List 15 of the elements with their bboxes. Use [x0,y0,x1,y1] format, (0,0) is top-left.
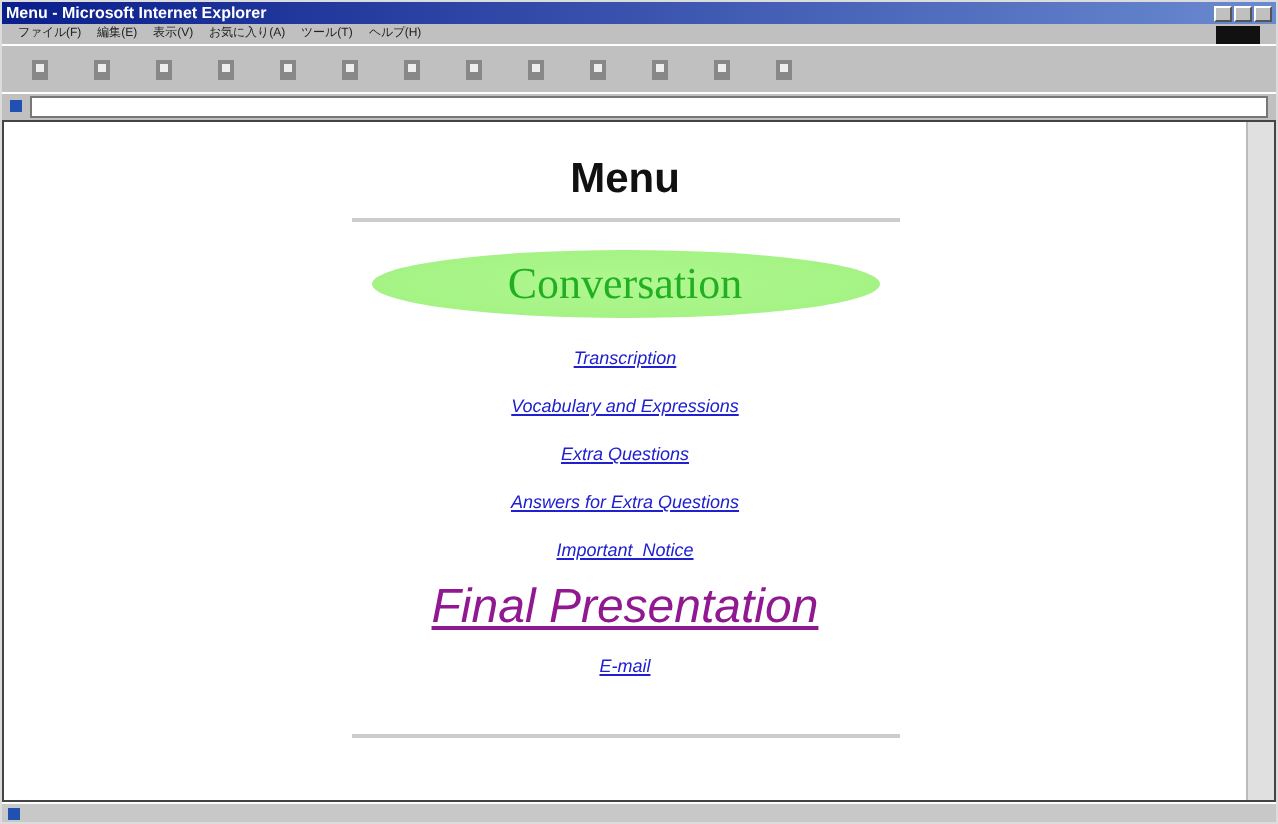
address-field[interactable] [30,95,1268,117]
menu-link[interactable]: E-mail [599,642,651,690]
minimize-button[interactable] [1214,5,1232,21]
menu-link[interactable]: Important Notice [556,526,694,574]
menu-link[interactable]: Vocabulary and Expressions [511,382,739,430]
window-title: Menu - Microsoft Internet Explorer [6,2,267,24]
conversation-banner: Conversation [371,250,879,318]
menu-link[interactable]: Extra Questions [560,430,690,478]
menu-link[interactable]: Answers for Extra Questions [510,478,740,526]
page-heading: Menu [570,154,680,206]
scrollbar[interactable] [1246,122,1274,800]
maximize-button[interactable] [1234,5,1252,21]
menu-link[interactable]: Final Presentation [431,574,819,642]
menu-link[interactable]: Transcription [573,334,677,382]
close-button[interactable] [1254,5,1272,21]
